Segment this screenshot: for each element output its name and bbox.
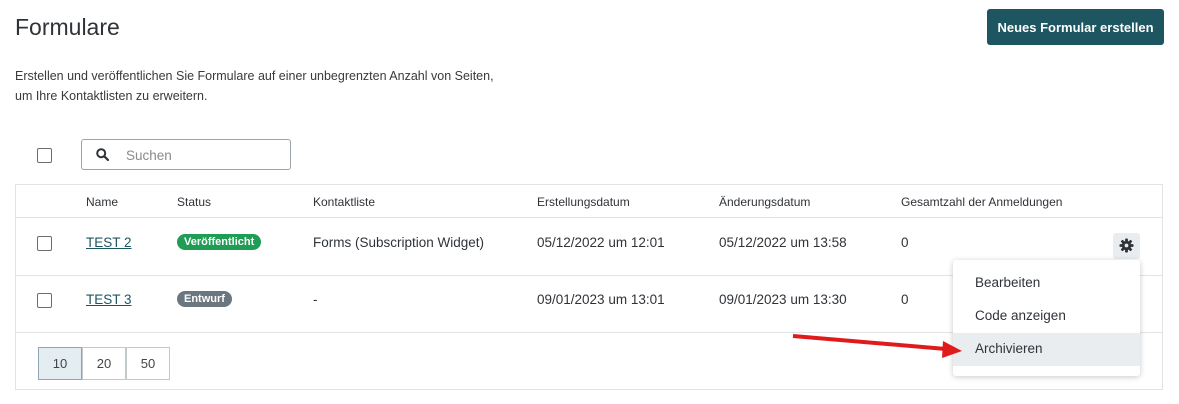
intro-text: Erstellen und veröffentlichen Sie Formul… <box>15 66 494 106</box>
row-checkbox[interactable] <box>37 293 52 308</box>
menu-item-archive[interactable]: Archivieren <box>953 333 1140 366</box>
header-signups[interactable]: Gesamtzahl der Anmeldungen <box>901 195 1062 209</box>
intro-line-1: Erstellen und veröffentlichen Sie Formul… <box>15 69 494 83</box>
menu-item-label: Bearbeiten <box>975 275 1041 290</box>
search-placeholder: Suchen <box>126 148 172 163</box>
search-input[interactable]: Suchen <box>81 139 291 170</box>
signups-count: 0 <box>901 292 909 307</box>
contact-list: Forms (Subscription Widget) <box>313 235 485 250</box>
signups-count: 0 <box>901 235 909 250</box>
row-checkbox[interactable] <box>37 236 52 251</box>
search-icon <box>96 148 109 161</box>
row-settings-button[interactable] <box>1113 233 1140 259</box>
header-created[interactable]: Erstellungsdatum <box>537 195 630 209</box>
menu-item-label: Code anzeigen <box>975 308 1066 323</box>
header-divider <box>15 217 1163 218</box>
header-name[interactable]: Name <box>86 195 118 209</box>
created-date: 05/12/2022 um 12:01 <box>537 235 665 250</box>
created-date: 09/01/2023 um 13:01 <box>537 292 665 307</box>
form-name-link[interactable]: TEST 3 <box>86 292 132 307</box>
header-modified[interactable]: Änderungsdatum <box>719 195 810 209</box>
form-name-link[interactable]: TEST 2 <box>86 235 132 250</box>
page-size-10[interactable]: 10 <box>38 347 82 380</box>
status-badge: Veröffentlicht <box>177 234 262 250</box>
menu-item-show-code[interactable]: Code anzeigen <box>953 300 1140 333</box>
menu-item-label: Archivieren <box>975 341 1043 356</box>
status-badge: Entwurf <box>177 291 232 307</box>
contact-list: - <box>313 292 318 307</box>
new-form-button[interactable]: Neues Formular erstellen <box>987 9 1164 45</box>
page-title: Formulare <box>15 14 120 40</box>
select-all-checkbox[interactable] <box>37 148 52 163</box>
modified-date: 05/12/2022 um 13:58 <box>719 235 847 250</box>
page-size-20[interactable]: 20 <box>82 347 126 380</box>
intro-line-2: um Ihre Kontaktlisten zu erweitern. <box>15 89 208 103</box>
menu-item-edit[interactable]: Bearbeiten <box>953 267 1140 300</box>
header-contact-list[interactable]: Kontaktliste <box>313 195 375 209</box>
modified-date: 09/01/2023 um 13:30 <box>719 292 847 307</box>
header-status[interactable]: Status <box>177 195 211 209</box>
gear-icon <box>1119 238 1134 253</box>
page-size-50[interactable]: 50 <box>126 347 170 380</box>
row-actions-menu: Bearbeiten Code anzeigen Archivieren <box>953 260 1140 376</box>
